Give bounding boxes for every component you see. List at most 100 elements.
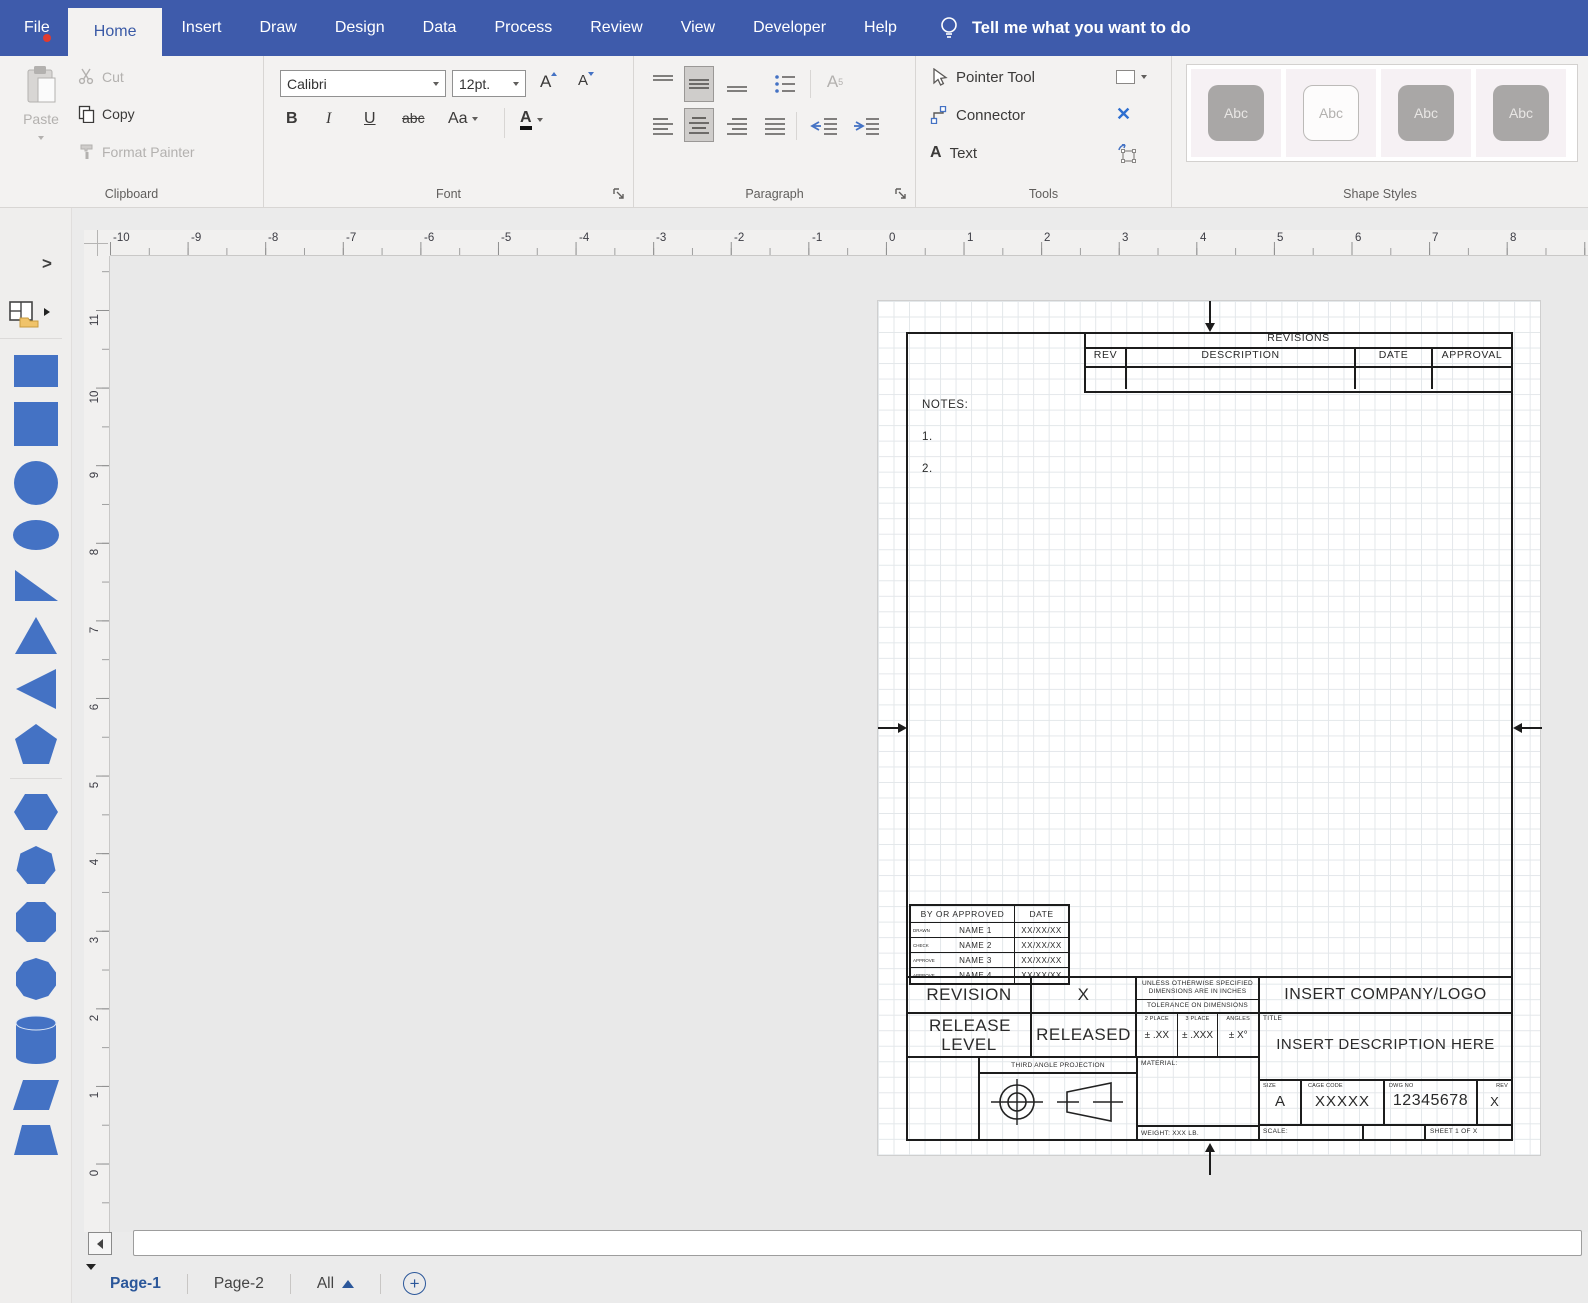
font-dialog-launcher-icon[interactable] xyxy=(613,188,625,200)
font-size-select[interactable]: 12pt. xyxy=(452,70,526,97)
shape-style-4[interactable]: Abc xyxy=(1476,69,1566,157)
align-middle-icon xyxy=(688,72,710,96)
tab-review[interactable]: Review xyxy=(571,0,661,56)
pointer-tool-button[interactable]: Pointer Tool xyxy=(930,68,1035,87)
change-case-button[interactable]: Aa xyxy=(448,110,478,128)
shape-style-3[interactable]: Abc xyxy=(1381,69,1471,157)
connection-point-tool-button[interactable]: ✕ xyxy=(1116,104,1131,125)
drawing-page[interactable]: REVISIONS REV DESCRIPTION DATE APPROVAL xyxy=(877,300,1541,1156)
shape-hexagon[interactable] xyxy=(13,792,59,832)
workspace: > xyxy=(0,208,1588,1303)
tab-draw[interactable]: Draw xyxy=(240,0,315,56)
stencil-menu-arrow-icon[interactable] xyxy=(44,308,50,316)
tolerance-cells[interactable]: 2 PLACE ± .XX 3 PLACE ± .XXX ANGLES ± X° xyxy=(1135,1012,1260,1058)
add-page-button[interactable]: + xyxy=(403,1272,426,1295)
tab-design[interactable]: Design xyxy=(316,0,404,56)
paste-button[interactable]: Paste xyxy=(12,64,70,160)
align-left-button[interactable] xyxy=(648,112,678,140)
horizontal-scrollbar[interactable] xyxy=(133,1230,1582,1256)
release-value-cell[interactable]: RELEASED xyxy=(1030,1012,1137,1058)
bold-button[interactable]: B xyxy=(286,110,298,128)
align-middle-button[interactable] xyxy=(684,66,714,102)
shape-style-2[interactable]: Abc xyxy=(1286,69,1376,157)
shape-right-triangle[interactable] xyxy=(13,564,59,602)
tab-file[interactable]: File xyxy=(0,0,68,56)
cage-code-cell: CAGE CODE XXXXX xyxy=(1300,1079,1385,1126)
underline-button[interactable]: U xyxy=(364,110,376,128)
shape-pentagon[interactable] xyxy=(14,723,58,765)
connector-tool-button[interactable]: Connector xyxy=(930,106,1025,124)
shape-trapezoid[interactable] xyxy=(13,1124,59,1156)
align-center-button[interactable] xyxy=(684,108,714,142)
tab-help[interactable]: Help xyxy=(845,0,916,56)
font-family-caret-icon xyxy=(433,82,439,86)
release-level-cell[interactable]: RELEASE LEVEL xyxy=(906,1012,1032,1058)
text-block-tool-button[interactable] xyxy=(1116,144,1138,169)
bullets-button[interactable] xyxy=(770,70,800,98)
tab-developer[interactable]: Developer xyxy=(734,0,845,56)
material-cell[interactable]: MATERIAL: WEIGHT: XXX LB. xyxy=(1136,1056,1260,1141)
shape-heptagon[interactable] xyxy=(14,845,58,887)
tab-insert[interactable]: Insert xyxy=(162,0,240,56)
text-tool-button[interactable]: A Text xyxy=(930,144,977,162)
revision-label-cell[interactable]: REVISION xyxy=(906,976,1032,1014)
scroll-left-button[interactable] xyxy=(88,1232,112,1255)
approvals-table[interactable]: BY OR APPROVED DATE DRAWNNAME 1 XX/XX/XX… xyxy=(909,904,1070,985)
strikethrough-button[interactable]: abc xyxy=(402,110,425,126)
font-color-button[interactable]: A xyxy=(520,110,543,130)
page-tab-2[interactable]: Page-2 xyxy=(188,1275,290,1293)
title-cell[interactable]: TITLE INSERT DESCRIPTION HERE xyxy=(1258,1012,1513,1081)
paragraph-dialog-launcher-icon[interactable] xyxy=(895,188,907,200)
cut-button[interactable]: Cut xyxy=(78,68,124,85)
drawing-canvas[interactable]: REVISIONS REV DESCRIPTION DATE APPROVAL xyxy=(110,256,1588,1232)
all-pages-tab[interactable]: All xyxy=(291,1275,380,1293)
text-effects-button[interactable]: A5 xyxy=(820,68,850,96)
italic-button[interactable]: I xyxy=(326,110,331,128)
tell-me[interactable]: Tell me what you want to do xyxy=(938,0,1191,56)
title-block-empty-cell[interactable] xyxy=(906,1056,980,1141)
shape-square[interactable] xyxy=(13,401,59,447)
justify-button[interactable] xyxy=(760,112,790,140)
tab-data[interactable]: Data xyxy=(404,0,476,56)
increase-indent-button[interactable] xyxy=(848,112,884,140)
align-right-button[interactable] xyxy=(722,112,752,140)
company-cell[interactable]: INSERT COMPANY/LOGO xyxy=(1258,976,1513,1014)
codes-block[interactable]: SIZE A CAGE CODE XXXXX DWG NO 12345678 xyxy=(1258,1079,1513,1141)
projection-cell[interactable]: THIRD ANGLE PROJECTION xyxy=(978,1056,1138,1141)
approvals-row-approve-1: APPROVENAME 3 XX/XX/XX xyxy=(911,953,1068,968)
shape-octagon[interactable] xyxy=(14,900,58,944)
shape-ellipse[interactable] xyxy=(12,519,60,551)
align-bottom-button[interactable] xyxy=(722,70,752,98)
align-left-icon xyxy=(652,117,674,135)
grow-font-button[interactable]: A xyxy=(540,72,557,92)
page-tab-1[interactable]: Page-1 xyxy=(84,1275,187,1293)
size-cell: SIZE A xyxy=(1258,1079,1302,1126)
shape-triangle[interactable] xyxy=(14,615,58,655)
font-family-select[interactable]: Calibri xyxy=(280,70,446,97)
shape-decagon[interactable] xyxy=(14,957,58,1001)
decrease-indent-button[interactable] xyxy=(806,112,842,140)
shape-rectangle[interactable] xyxy=(13,354,59,388)
shape-parallelogram[interactable] xyxy=(12,1079,60,1111)
copy-button[interactable]: Copy xyxy=(78,105,135,123)
revision-value-cell[interactable]: X xyxy=(1030,976,1137,1014)
format-painter-button[interactable]: Format Painter xyxy=(78,143,195,160)
record-dot-icon xyxy=(43,34,51,42)
shrink-font-button[interactable]: A xyxy=(578,72,594,89)
spec-note-cell[interactable]: UNLESS OTHERWISE SPECIFIED DIMENSIONS AR… xyxy=(1135,976,1260,1014)
increase-indent-icon xyxy=(852,117,880,135)
stencil-icon[interactable] xyxy=(8,300,40,328)
tab-home[interactable]: Home xyxy=(68,8,163,56)
align-top-button[interactable] xyxy=(648,70,678,98)
shape-cylinder[interactable] xyxy=(14,1014,58,1066)
shape-left-triangle[interactable] xyxy=(15,668,57,710)
shape-circle[interactable] xyxy=(13,460,59,506)
scale-cell: SCALE: xyxy=(1258,1124,1364,1141)
notes-block[interactable]: NOTES: 1. 2. xyxy=(922,399,968,495)
tab-view[interactable]: View xyxy=(662,0,734,56)
tab-process[interactable]: Process xyxy=(475,0,571,56)
expand-shapes-panel-button[interactable]: > xyxy=(42,254,52,274)
rectangle-tool-button[interactable] xyxy=(1116,70,1147,84)
revisions-table[interactable]: REVISIONS REV DESCRIPTION DATE APPROVAL xyxy=(1084,332,1513,393)
shape-style-1[interactable]: Abc xyxy=(1191,69,1281,157)
